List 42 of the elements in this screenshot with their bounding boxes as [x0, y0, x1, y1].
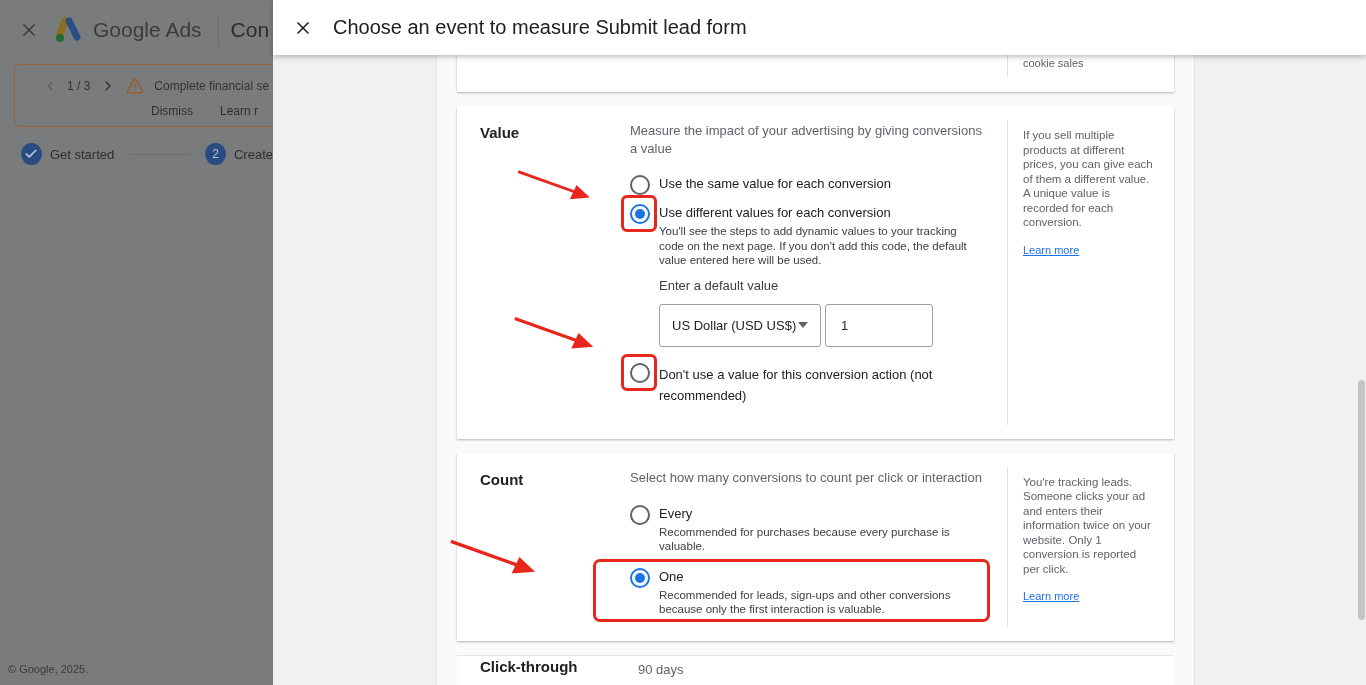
dialog-title: Choose an event to measure Submit lead form [333, 16, 747, 39]
warning-icon [126, 77, 145, 95]
section-description: Measure the impact of your advertising by giving conversions a value [630, 122, 983, 158]
option-label: Use different values for each conversion [659, 205, 892, 221]
side-note: You're tracking leads. Someone clicks your ad and enters their information twice on your website. Only 1 conversion is reported per click. [1023, 474, 1152, 576]
brand-name: Google Ads [93, 18, 202, 42]
value-input[interactable]: 1 [825, 303, 933, 347]
section-label: Count [480, 470, 525, 488]
side-note: cookie sales [1023, 57, 1085, 69]
learn-more-link[interactable]: Learn more [1023, 590, 1080, 602]
alert-message: Complete financial se [154, 79, 270, 93]
section-label: Click-through [480, 657, 579, 675]
section-value: 90 days [637, 661, 685, 679]
section-label: Value [480, 124, 521, 141]
option-label: One [659, 568, 685, 585]
option-hint: Recommended for leads, sign-ups and other conversions because only the first interaction is valuable. [659, 587, 952, 617]
alert-action[interactable]: Learn r [220, 104, 259, 118]
radio-button[interactable] [630, 204, 650, 224]
option-hint: You'll see the steps to add dynamic values to your tracking code on the next page. If you don't add this code, the default value entered here will be used. [659, 224, 968, 268]
radio-button[interactable] [630, 362, 650, 383]
copyright-text: © Google, 2025. [8, 663, 89, 675]
field-label: Enter a default value [659, 277, 780, 293]
alert-action[interactable]: Dismiss [151, 104, 193, 118]
section-description: Select how many conversions to count per click or interaction [630, 468, 983, 487]
pager-count: 1 / 3 [67, 79, 91, 93]
step-label: Get started [49, 146, 115, 162]
option-label: Every [659, 505, 694, 522]
learn-more-link[interactable]: Learn more [1023, 243, 1080, 256]
side-note: If you sell multiple products at different prices, you can give each of them a different value. A unique value is recorded for each conversion. [1023, 128, 1154, 230]
option-hint: Recommended for purchases because every purchase is valuable. [659, 524, 951, 554]
step-label: Create [233, 146, 273, 162]
scrollbar[interactable] [1358, 380, 1365, 620]
option-label: Don't use a value for this conversion action (not recommended) [659, 365, 934, 405]
radio-button[interactable] [630, 504, 650, 525]
radio-button[interactable] [630, 567, 650, 588]
radio-button[interactable] [630, 175, 650, 195]
step-number: 2 [205, 143, 226, 165]
caret-icon [798, 322, 808, 328]
logo-icon [55, 17, 83, 43]
page-title: Con [230, 18, 270, 42]
option-label: Use the same value for each conversion [659, 176, 892, 192]
currency-dropdown[interactable]: US Dollar (USD US$) [659, 303, 821, 347]
